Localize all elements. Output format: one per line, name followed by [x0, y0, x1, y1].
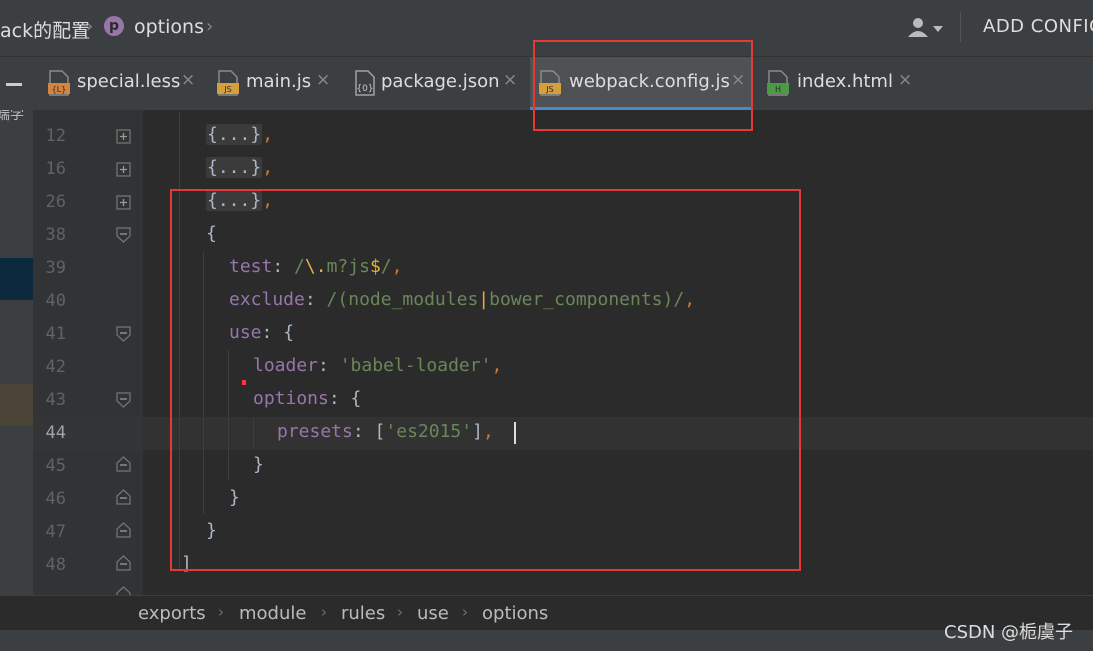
tab-package-json[interactable]: {0} package.json ×: [346, 57, 526, 110]
line-number: 45: [45, 456, 66, 476]
line-number: 46: [45, 489, 66, 509]
line-number: 39: [45, 258, 66, 278]
breadcrumb-separator: ›: [86, 16, 94, 37]
status-bar: [0, 630, 1093, 651]
property-icon: p: [104, 16, 124, 36]
project-tree-text: 端学: [0, 110, 24, 123]
svg-text:H: H: [775, 85, 781, 94]
breadcrumb-separator: ›: [397, 603, 403, 621]
line-number: 43: [45, 390, 66, 410]
highlighted-tree-item[interactable]: [0, 384, 33, 426]
add-configuration-button[interactable]: ADD CONFIG: [983, 16, 1093, 37]
breadcrumb-separator: ›: [206, 16, 214, 37]
line-number: 48: [45, 555, 66, 575]
line-number: 42: [45, 357, 66, 377]
toolbar-divider: [960, 12, 961, 42]
project-panel-edge[interactable]: 端学: [0, 110, 33, 630]
code-breadcrumb-bar: exports › module › rules › use › options: [0, 595, 1093, 631]
breadcrumb-exports[interactable]: exports: [138, 603, 206, 624]
folded-block[interactable]: {...}: [206, 124, 263, 145]
tab-index-html[interactable]: H index.html ×: [760, 57, 920, 110]
breadcrumb-rules[interactable]: rules: [341, 603, 385, 624]
breadcrumb-separator: ›: [218, 603, 224, 621]
collapse-fold-icon[interactable]: [116, 392, 132, 408]
selected-tree-item[interactable]: [0, 258, 33, 300]
close-icon[interactable]: ×: [898, 70, 912, 90]
line-number: 47: [45, 522, 66, 542]
fold-end-icon: [116, 586, 131, 595]
less-file-icon: {L}: [48, 70, 70, 96]
line-number: 26: [45, 192, 66, 212]
breadcrumb-separator: ›: [462, 603, 468, 621]
tab-label: special.less: [77, 71, 181, 92]
json-file-icon: {0}: [355, 70, 375, 96]
code-line[interactable]: {...},: [206, 157, 273, 178]
collapse-fold-icon[interactable]: [116, 326, 132, 342]
tab-label: package.json: [381, 71, 500, 92]
fold-end-icon[interactable]: [116, 456, 132, 472]
watermark: CSDN @栀虞子: [944, 622, 1074, 643]
fold-end-icon[interactable]: [116, 489, 132, 505]
close-icon[interactable]: ×: [316, 70, 330, 90]
expand-fold-icon[interactable]: [116, 195, 132, 211]
svg-text:{L}: {L}: [52, 85, 67, 94]
svg-text:JS: JS: [223, 85, 231, 94]
collapse-fold-icon[interactable]: [116, 227, 132, 243]
collapse-button[interactable]: [0, 57, 33, 110]
breadcrumb-folder[interactable]: ack的配置: [0, 16, 90, 43]
minus-icon: [6, 83, 22, 86]
line-number: 12: [45, 126, 66, 146]
breadcrumb-options[interactable]: options: [134, 16, 204, 38]
folded-block[interactable]: {...}: [206, 157, 263, 178]
annotation-box-code: [170, 189, 801, 571]
tab-label: index.html: [797, 71, 893, 92]
breadcrumb-separator: ›: [321, 603, 327, 621]
expand-fold-icon[interactable]: [116, 129, 132, 145]
code-line[interactable]: {...},: [206, 124, 273, 145]
user-dropdown-icon[interactable]: [906, 16, 946, 38]
tab-label: main.js: [246, 71, 312, 92]
expand-fold-icon[interactable]: [116, 162, 132, 178]
svg-text:{0}: {0}: [356, 84, 373, 94]
line-number: 38: [45, 225, 66, 245]
line-number: 40: [45, 291, 66, 311]
close-icon[interactable]: ×: [503, 70, 517, 90]
breadcrumb-use[interactable]: use: [417, 603, 449, 624]
fold-end-icon[interactable]: [116, 522, 132, 538]
html-file-icon: H: [767, 70, 789, 96]
breadcrumb-options[interactable]: options: [482, 603, 548, 624]
tab-main-js[interactable]: JS main.js ×: [210, 57, 338, 110]
tab-special-less[interactable]: {L} special.less ×: [40, 57, 202, 110]
close-icon[interactable]: ×: [181, 70, 195, 90]
js-file-icon: JS: [217, 70, 239, 96]
line-number-current: 44: [45, 423, 66, 443]
breadcrumb-module[interactable]: module: [239, 603, 306, 624]
fold-end-icon[interactable]: [116, 555, 132, 571]
line-number: 41: [45, 324, 66, 344]
line-number: 16: [45, 159, 66, 179]
annotation-box-tab: [533, 40, 753, 131]
